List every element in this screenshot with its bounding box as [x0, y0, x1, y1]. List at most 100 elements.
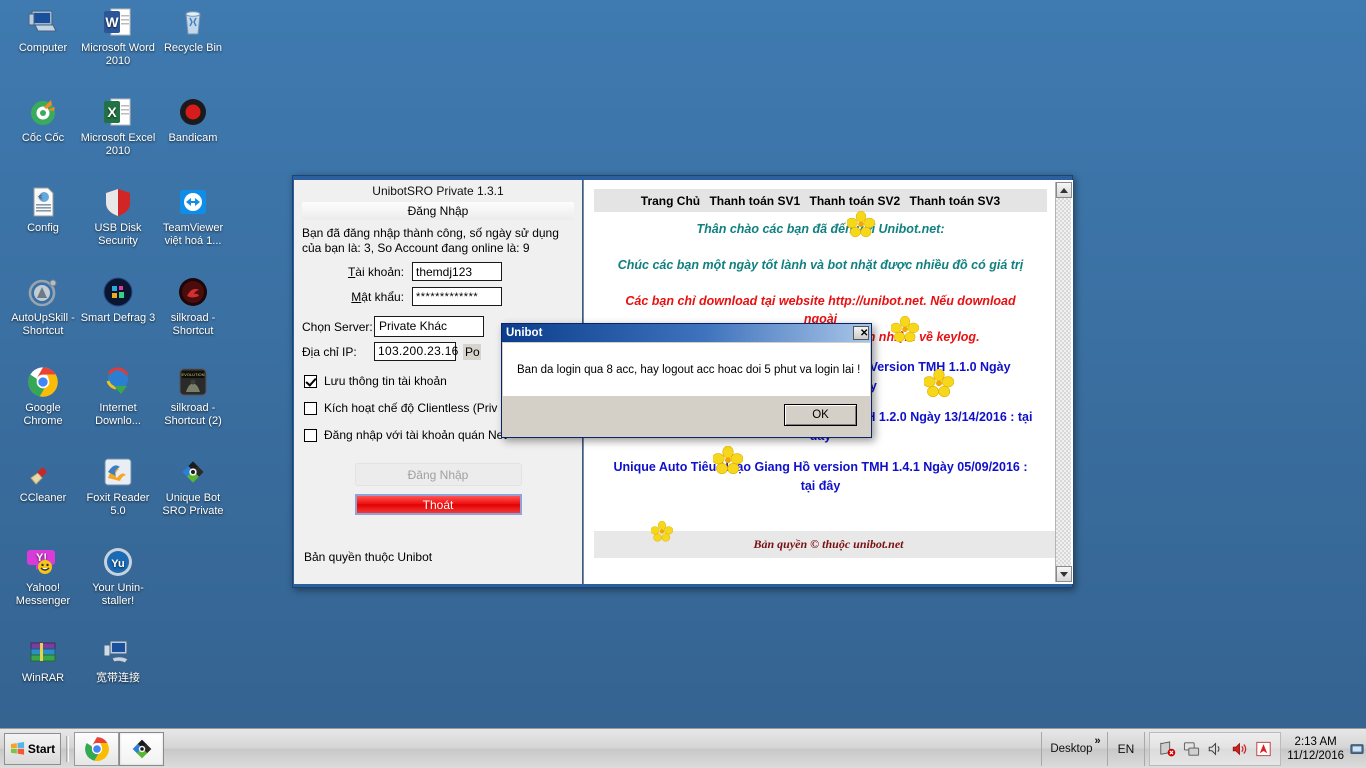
desktop-icon-chrome[interactable]: Google Chrome — [5, 366, 81, 427]
desktop-icon-label: CCleaner — [19, 492, 67, 504]
desktop-icon-area: Computer W Microsoft Word 2010 Recycle Bin C… — [0, 0, 240, 728]
close-icon[interactable]: ✕ — [853, 326, 869, 340]
desktop-icon-ccleaner[interactable]: CCleaner — [5, 456, 81, 505]
password-input[interactable] — [412, 287, 502, 306]
bandicam-icon — [177, 96, 209, 128]
svg-text:Yu: Yu — [111, 558, 124, 570]
desktop-icon-autoupskill[interactable]: AutoUpSkill - Shortcut — [5, 276, 81, 337]
silkroad-icon — [177, 276, 209, 308]
checkbox-clientless[interactable] — [304, 401, 317, 415]
ok-button[interactable]: OK — [784, 404, 857, 426]
desktop-icon-label: Unique Bot SRO Private — [162, 492, 224, 517]
desktop-icon-label: Your Unin-staller! — [92, 582, 144, 607]
desktop-toolbar-button[interactable]: Desktop » — [1041, 731, 1108, 766]
desktop-icon-computer[interactable]: Computer — [5, 6, 81, 55]
start-button[interactable]: Start — [4, 732, 61, 765]
chevron-right-icon[interactable]: » — [1095, 735, 1101, 747]
desktop-icon-config-file[interactable]: < Config — [5, 186, 81, 235]
ip-label: Địa chỉ IP: — [302, 344, 357, 359]
unibot-taskbar-button[interactable] — [119, 731, 164, 766]
checkbox-save-account[interactable] — [304, 374, 317, 388]
ip-input[interactable]: 103.200.23.16 — [374, 342, 458, 361]
desktop-icon-label: Bandicam — [168, 132, 218, 144]
svg-text:W: W — [105, 14, 119, 30]
greeting-line-1: Thân chào các bạn đã đến với Unibot.net: — [696, 222, 945, 236]
your-uninstaller-icon: Yu — [102, 546, 134, 578]
desktop-icon-foxit-reader[interactable]: Foxit Reader 5.0 — [80, 456, 156, 517]
svg-text:EVOLUTION: EVOLUTION — [181, 372, 204, 377]
nav-link-sv1[interactable]: Thanh toán SV1 — [706, 194, 803, 208]
show-desktop-icon[interactable] — [1350, 734, 1364, 764]
desktop-icon-silkroad[interactable]: silkroad - Shortcut — [155, 276, 231, 337]
yahoo-messenger-icon: Y! — [27, 546, 59, 578]
unibot-icon — [177, 456, 209, 488]
scroll-up-button[interactable] — [1056, 182, 1072, 198]
silkroad-evolution-icon: EVOLUTION — [177, 366, 209, 398]
desktop-icon-label: Smart Defrag 3 — [80, 312, 156, 324]
dialog-message: Ban da login qua 8 acc, hay logout acc h… — [503, 343, 870, 396]
desktop-icon-your-uninstaller[interactable]: Yu Your Unin-staller! — [80, 546, 156, 607]
desktop-icon-coccoc[interactable]: Cốc Cốc — [5, 96, 81, 145]
desktop-icon-yahoo-messenger[interactable]: Y! Yahoo! Messenger — [5, 546, 81, 607]
dialog-title: Unibot — [506, 327, 543, 339]
desktop-icon-bandicam[interactable]: Bandicam — [155, 96, 231, 145]
desktop-icon-unibot[interactable]: Unique Bot SRO Private — [155, 456, 231, 517]
desktop-icon-excel[interactable]: X Microsoft Excel 2010 — [80, 96, 156, 157]
network-error-icon[interactable] — [1158, 740, 1176, 757]
tab-dang-nhap[interactable]: Đăng Nhập — [302, 202, 574, 220]
chrome-icon — [84, 736, 109, 761]
taskbar-clock[interactable]: 2:13 AM 11/12/2016 — [1281, 735, 1350, 763]
chevron-up-icon — [1060, 187, 1068, 193]
desktop-icon-broadband-connection[interactable]: 宽带连接 — [80, 636, 156, 685]
scroll-down-button[interactable] — [1056, 566, 1072, 582]
desktop-icon-label: Foxit Reader 5.0 — [86, 492, 150, 517]
dialog-titlebar: Unibot ✕ — [502, 324, 871, 342]
checkbox-netcafe[interactable] — [304, 428, 317, 442]
desktop-icon-silkroad-evolution[interactable]: EVOLUTION silkroad - Shortcut (2) — [155, 366, 231, 427]
web-navbar: Trang Chủ Thanh toán SV1 Thanh toán SV2 … — [594, 189, 1047, 212]
desktop-icon-label: WinRAR — [21, 672, 65, 684]
desktop-icon-recycle-bin[interactable]: Recycle Bin — [155, 6, 231, 55]
desktop-icon-smart-defrag[interactable]: Smart Defrag 3 — [80, 276, 156, 325]
chrome-taskbar-button[interactable] — [74, 731, 119, 766]
desktop-icon-label: Computer — [18, 42, 68, 54]
server-select[interactable]: Private Khác — [374, 316, 484, 337]
checkbox-label-netcafe: Đăng nhập với tài khoản quán Net — [324, 428, 507, 442]
language-indicator[interactable]: EN — [1108, 731, 1146, 766]
avast-icon[interactable] — [1255, 741, 1272, 757]
exit-button[interactable]: Thoát — [354, 494, 522, 515]
desktop-icon-label: Config — [27, 222, 59, 234]
desktop-icon-shield[interactable]: USB Disk Security — [80, 186, 156, 247]
desktop-icon-label: TeamViewer việt hoá 1... — [162, 222, 224, 247]
desktop-icon-label: AutoUpSkill - Shortcut — [11, 312, 75, 337]
left-copyright-text: Bản quyền thuộc Unibot — [304, 550, 433, 564]
volume-low-icon[interactable] — [1207, 741, 1224, 757]
unibot-alert-dialog: Unibot ✕ Ban da login qua 8 acc, hay log… — [501, 323, 872, 438]
volume-icon[interactable] — [1231, 741, 1248, 757]
teamviewer-icon — [177, 186, 209, 218]
foxit-reader-icon — [102, 456, 134, 488]
login-button[interactable]: Đăng Nhập — [354, 463, 522, 486]
unibot-icon — [132, 739, 151, 758]
taskbar: Start Desktop » EN 2:13 AM 11/12/2016 — [0, 728, 1366, 768]
web-vertical-scrollbar[interactable] — [1055, 182, 1072, 582]
desktop-icon-label: 宽带连接 — [96, 672, 140, 684]
chevron-down-icon — [1060, 571, 1068, 577]
idm-icon — [102, 366, 134, 398]
nav-link-sv2[interactable]: Thanh toán SV2 — [807, 194, 904, 208]
start-label: Start — [27, 741, 56, 756]
computer-icon — [27, 6, 59, 38]
desktop-icon-word[interactable]: W Microsoft Word 2010 — [80, 6, 156, 67]
desktop-icon-winrar[interactable]: WinRAR — [5, 636, 81, 685]
desktop-icon-idm[interactable]: Internet Downlo... — [80, 366, 156, 427]
clock-date: 11/12/2016 — [1287, 749, 1344, 762]
word-icon: W — [102, 6, 134, 38]
account-input[interactable] — [412, 262, 502, 281]
version-link-3[interactable]: Unique Auto Tiêu Ngạo Giang Hồ version T… — [608, 458, 1033, 496]
nav-link-sv3[interactable]: Thanh toán SV3 — [907, 194, 1004, 208]
nav-link-trang-chu[interactable]: Trang Chủ — [638, 194, 703, 208]
password-row: Mật khẩu: — [294, 287, 582, 306]
network-icon[interactable] — [1183, 741, 1200, 757]
desktop-icon-teamviewer[interactable]: TeamViewer việt hoá 1... — [155, 186, 231, 247]
taskbar-divider — [66, 735, 69, 762]
